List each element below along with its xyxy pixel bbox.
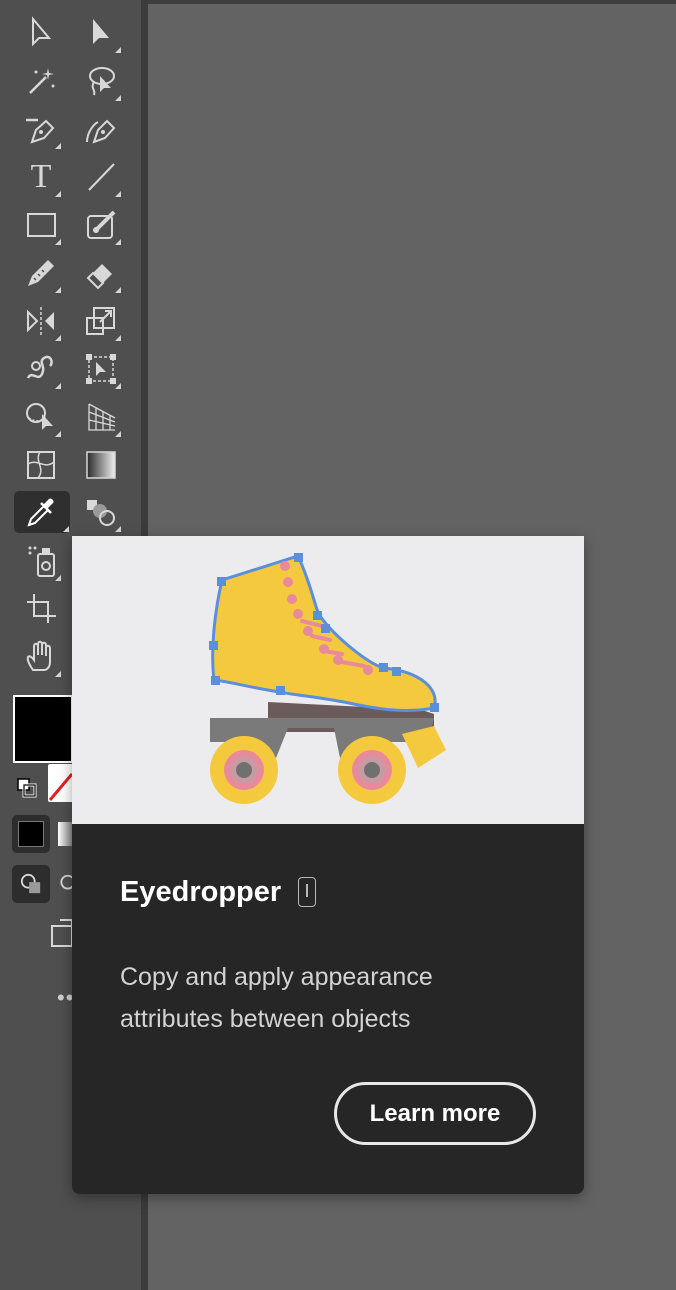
- tool-group-corner-icon: [115, 287, 121, 293]
- pen-tool[interactable]: [20, 108, 62, 150]
- blend-tool[interactable]: [80, 491, 122, 533]
- shape-builder-icon: [26, 403, 53, 430]
- free-transform-tool[interactable]: [80, 348, 122, 390]
- type-icon: T: [30, 158, 52, 195]
- shape-builder-tool[interactable]: [20, 396, 62, 438]
- tool-group-corner-icon: [115, 383, 121, 389]
- tool-group-corner-icon: [55, 191, 61, 197]
- direct-selection-arrow-icon: [93, 19, 109, 44]
- selection-arrow-icon: [32, 16, 52, 47]
- gradient-swatch-icon: [58, 822, 72, 846]
- change-screen-mode-button[interactable]: [46, 916, 74, 950]
- shaper-brush-icon: [87, 210, 116, 239]
- line-segment-tool[interactable]: [80, 156, 122, 198]
- eraser-icon: [86, 264, 112, 290]
- eyedropper-icon: [27, 498, 54, 527]
- tool-group-corner-icon: [115, 431, 121, 437]
- rectangle-icon: [27, 213, 56, 237]
- tool-group-corner-icon: [63, 526, 69, 532]
- lasso-tool[interactable]: [80, 60, 122, 102]
- scale-tool[interactable]: [80, 300, 122, 342]
- roller-skate-image: [209, 553, 446, 804]
- tooltip-title: Eyedropper: [120, 876, 282, 908]
- draw-normal-button[interactable]: [12, 865, 50, 903]
- default-colors-icon: [17, 778, 37, 798]
- hand-tool[interactable]: [20, 636, 62, 678]
- gradient-icon: [86, 451, 116, 479]
- blend-icon: [87, 500, 115, 526]
- tool-group-corner-icon: [115, 239, 121, 245]
- pen-icon: [26, 118, 55, 144]
- tool-tooltip: Eyedropper I Copy and apply appearance a…: [72, 536, 584, 1194]
- tool-group-corner-icon: [55, 335, 61, 341]
- tool-group-corner-icon: [55, 431, 61, 437]
- artboard-tool[interactable]: [20, 588, 62, 630]
- tool-group-corner-icon: [115, 95, 121, 101]
- free-transform-icon: [86, 354, 116, 384]
- draw-normal-icon: [20, 873, 41, 894]
- eyedropper-tool[interactable]: [14, 491, 70, 533]
- line-segment-icon: [88, 163, 115, 191]
- tool-group-corner-icon: [55, 383, 61, 389]
- magic-wand-tool[interactable]: [20, 60, 62, 102]
- scale-icon: [86, 307, 115, 335]
- pencil-tool[interactable]: [20, 252, 62, 294]
- mesh-tool[interactable]: [20, 444, 62, 486]
- color-mode-button[interactable]: [12, 815, 50, 853]
- tool-group-corner-icon: [55, 575, 61, 581]
- shaper-tool[interactable]: [80, 204, 122, 246]
- reflect-tool[interactable]: [20, 300, 62, 342]
- tool-group-corner-icon: [115, 191, 121, 197]
- selection-tool[interactable]: [20, 12, 62, 54]
- symbol-sprayer-icon: [28, 546, 55, 577]
- default-fill-stroke-button[interactable]: [10, 771, 44, 805]
- symbol-sprayer-tool[interactable]: [20, 540, 62, 582]
- artboard-icon: [27, 594, 56, 623]
- roller-skate-illustration: [72, 536, 584, 824]
- tool-group-corner-icon: [55, 143, 61, 149]
- perspective-grid-tool[interactable]: [80, 396, 122, 438]
- gradient-tool[interactable]: [80, 444, 122, 486]
- fill-color-swatch[interactable]: [13, 695, 73, 763]
- mesh-icon: [27, 451, 55, 479]
- reflect-icon: [27, 307, 54, 335]
- lasso-icon: [89, 67, 115, 96]
- warp-icon: [26, 355, 53, 379]
- pencil-icon: [28, 260, 54, 286]
- screen-mode-icon: [51, 919, 73, 947]
- type-tool[interactable]: T: [20, 156, 62, 198]
- tool-group-corner-icon: [115, 47, 121, 53]
- eraser-tool[interactable]: [80, 252, 122, 294]
- curvature-tool[interactable]: [80, 108, 122, 150]
- stroke-color-swatch[interactable]: [48, 764, 74, 802]
- tool-group-corner-icon: [55, 239, 61, 245]
- tool-group-corner-icon: [55, 671, 61, 677]
- tooltip-description: Copy and apply appearance attributes bet…: [120, 963, 433, 1033]
- tool-group-corner-icon: [115, 335, 121, 341]
- keyboard-shortcut-badge: I: [298, 877, 316, 907]
- tool-group-corner-icon: [115, 526, 121, 532]
- perspective-grid-icon: [88, 403, 116, 431]
- none-color-icon: [48, 773, 74, 801]
- learn-more-button[interactable]: Learn more: [334, 1082, 536, 1145]
- color-icon: [18, 821, 44, 847]
- direct-selection-tool[interactable]: [80, 12, 122, 54]
- hand-icon: [26, 640, 51, 671]
- magic-wand-icon: [29, 68, 55, 94]
- curvature-pen-icon: [86, 119, 116, 144]
- rectangle-tool[interactable]: [20, 204, 62, 246]
- tool-group-corner-icon: [55, 287, 61, 293]
- warp-tool[interactable]: [20, 348, 62, 390]
